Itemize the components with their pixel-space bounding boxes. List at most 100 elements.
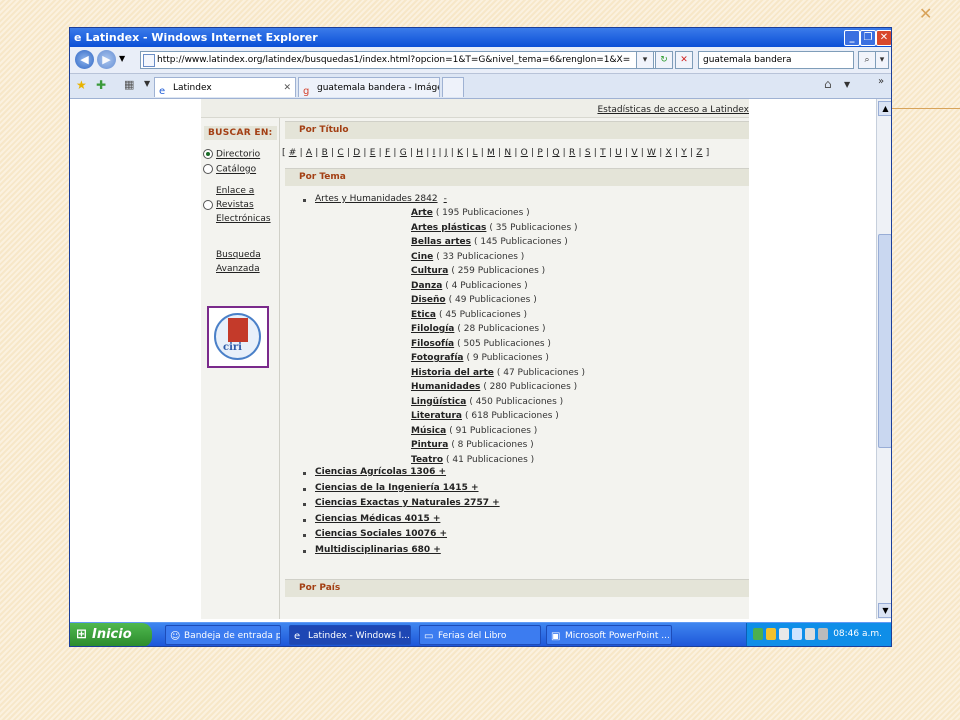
back-button[interactable]: ◀ [75,50,94,69]
scroll-up-button[interactable]: ▲ [878,101,891,116]
scroll-thumb[interactable] [878,234,891,448]
letter-link[interactable]: Q [552,148,559,158]
topic-item[interactable]: Ciencias Exactas y Naturales 2757 + [315,498,500,508]
volume-icon[interactable] [805,628,815,640]
home-dropdown-icon[interactable]: ▼ [844,80,850,89]
letter-link[interactable]: Z [696,148,702,158]
stop-button[interactable]: ✕ [675,51,693,69]
letter-link[interactable]: G [400,148,407,158]
letter-link[interactable]: T [600,148,606,158]
close-button[interactable]: ✕ [876,30,891,46]
address-dropdown-button[interactable]: ▾ [636,51,654,69]
subtopic-item[interactable]: Teatro( 41 Publicaciones ) [411,455,534,465]
option-revistas-electronicas[interactable]: Enlace a Revistas Electrónicas [216,184,271,226]
letter-link[interactable]: B [322,148,328,158]
shield-icon[interactable] [779,628,789,640]
letter-link[interactable]: L [472,148,477,158]
letter-link[interactable]: F [385,148,390,158]
subtopic-item[interactable]: Fotografía( 9 Publicaciones ) [411,353,549,363]
topic-item[interactable]: Ciencias Agrícolas 1306 + [315,467,446,477]
letter-link[interactable]: K [457,148,463,158]
tab-list-dropdown-icon[interactable]: ▼ [144,79,150,88]
letter-link[interactable]: Y [681,148,687,158]
letter-link[interactable]: W [647,148,656,158]
subtopic-item[interactable]: Filología( 28 Publicaciones ) [411,324,545,334]
letter-link[interactable]: # [289,148,297,158]
subtopic-item[interactable]: Humanidades( 280 Publicaciones ) [411,382,577,392]
search-options-button[interactable]: ▾ [875,51,889,69]
maximize-button[interactable]: ❐ [860,30,876,46]
subtopic-item[interactable]: Etica( 45 Publicaciones ) [411,310,527,320]
subtopic-item[interactable]: Arte( 195 Publicaciones ) [411,208,530,218]
subtopic-item[interactable]: Danza( 4 Publicaciones ) [411,281,528,291]
topic-item[interactable]: Ciencias de la Ingeniería 1415 + [315,483,479,493]
option-directorio[interactable]: Directorio [203,149,260,160]
letter-link[interactable]: V [631,148,637,158]
topic-item[interactable]: Ciencias Sociales 10076 + [315,529,447,539]
letter-link[interactable]: A [306,148,312,158]
letter-link[interactable]: H [416,148,423,158]
messenger-icon[interactable] [792,628,802,640]
address-bar[interactable]: http://www.latindex.org/latindex/busqued… [140,51,668,69]
letter-link[interactable]: N [504,148,511,158]
security-icon[interactable] [766,628,776,640]
letter-link[interactable]: P [537,148,543,158]
letter-link[interactable]: D [353,148,360,158]
radio-catalogo[interactable] [203,164,213,174]
tab-close-icon[interactable]: ✕ [283,78,291,97]
favorites-star-icon[interactable]: ★ [76,78,87,92]
subtopic-item[interactable]: Literatura( 618 Publicaciones ) [411,411,559,421]
letter-link[interactable]: I [433,148,436,158]
history-dropdown-icon[interactable]: ▼ [119,54,125,63]
letter-link[interactable]: E [370,148,376,158]
subtopic-item[interactable]: Música( 91 Publicaciones ) [411,426,537,436]
letter-link[interactable]: C [337,148,343,158]
taskbar-ferias-del-libro[interactable]: ▭ Ferias del Libro [419,625,541,645]
subtopic-item[interactable]: Cultura( 259 Publicaciones ) [411,266,545,276]
vertical-scrollbar[interactable]: ▲ ▼ [876,99,891,619]
option-catalogo[interactable]: Catálogo [203,164,256,175]
subtopic-item[interactable]: Cine( 33 Publicaciones ) [411,252,524,262]
subtopic-item[interactable]: Filosofía( 505 Publicaciones ) [411,339,551,349]
stats-link[interactable]: Estadísticas de acceso a Latindex [597,105,749,115]
taskbar-inbox[interactable]: ☺ Bandeja de entrada p... [165,625,281,645]
refresh-button[interactable]: ↻ [655,51,673,69]
add-favorite-icon[interactable]: ✚ [96,78,106,92]
subtopic-item[interactable]: Diseño( 49 Publicaciones ) [411,295,537,305]
topic-item[interactable]: Ciencias Médicas 4015 + [315,514,440,524]
search-icon[interactable]: ⌕ [858,51,876,69]
scroll-down-button[interactable]: ▼ [878,603,891,618]
subtopic-item[interactable]: Lingüística( 450 Publicaciones ) [411,397,563,407]
subtopic-item[interactable]: Historia del arte( 47 Publicaciones ) [411,368,585,378]
letter-link[interactable]: M [487,148,495,158]
busqueda-avanzada-link[interactable]: Busqueda Avanzada [216,248,261,276]
subtopic-item[interactable]: Bellas artes( 145 Publicaciones ) [411,237,568,247]
subtopic-item[interactable]: Pintura( 8 Publicaciones ) [411,440,534,450]
letter-link[interactable]: R [569,148,575,158]
topic-artes-humanidades[interactable]: Artes y Humanidades 2842- [315,194,447,204]
topic-item[interactable]: Multidisciplinarias 680 + [315,545,441,555]
radio-revistas-electronicas[interactable] [203,200,213,210]
new-tab-button[interactable] [442,77,464,97]
update-icon[interactable] [818,628,828,640]
tab-latindex[interactable]: e Latindex ✕ [154,77,296,97]
letter-link[interactable]: J [445,148,448,158]
subtopic-item[interactable]: Artes plásticas( 35 Publicaciones ) [411,223,578,233]
radio-directorio[interactable] [203,149,213,159]
letter-link[interactable]: X [666,148,672,158]
tab-guatemala-bandera[interactable]: g guatemala bandera - Imágen... [298,77,440,97]
start-button[interactable]: ⊞ Inicio [70,623,152,646]
collapse-toggle[interactable]: - [444,194,447,204]
letter-link[interactable]: S [585,148,591,158]
search-input[interactable]: guatemala bandera [698,51,854,69]
taskbar-powerpoint[interactable]: ▣ Microsoft PowerPoint ... [546,625,672,645]
network-icon[interactable] [753,628,763,640]
letter-link[interactable]: U [615,148,622,158]
letter-link[interactable]: O [521,148,528,158]
taskbar-latindex[interactable]: e Latindex - Windows I... [289,625,411,645]
forward-button[interactable]: ▶ [97,50,116,69]
home-icon[interactable]: ⌂ [824,77,832,91]
quick-tabs-icon[interactable]: ▦ [124,78,134,91]
toolbar-overflow-icon[interactable]: » [878,76,884,87]
minimize-button[interactable]: _ [844,30,860,46]
